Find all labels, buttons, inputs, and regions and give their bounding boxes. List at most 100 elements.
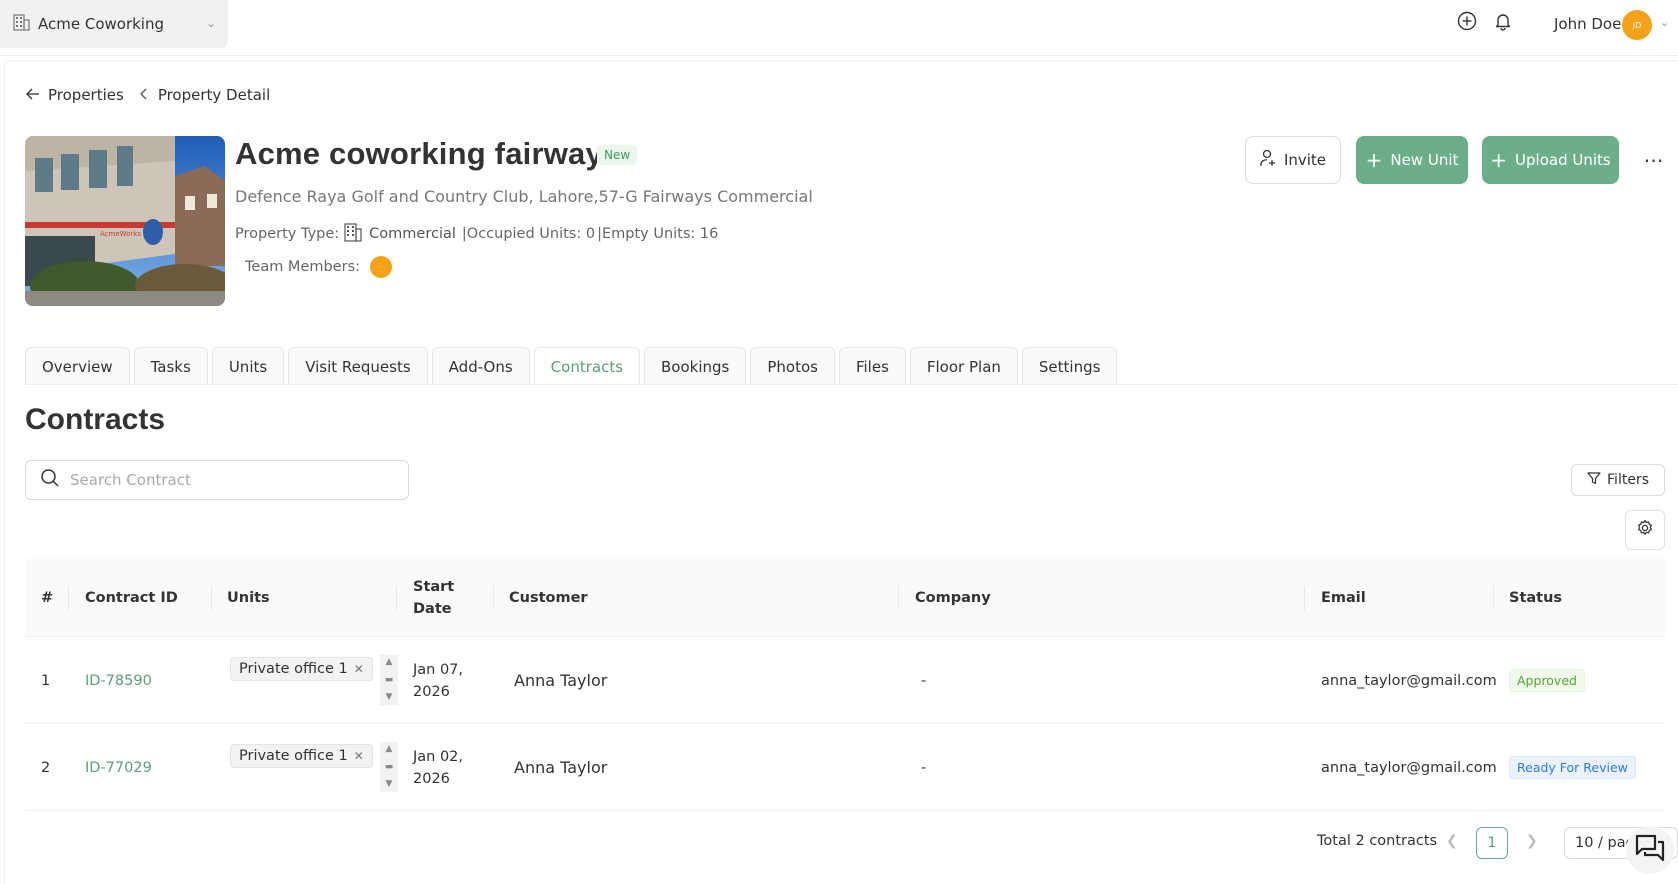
tab-tasks[interactable]: Tasks: [133, 347, 208, 385]
start-date-line2: 2026: [413, 771, 450, 787]
column-header-company[interactable]: Company: [899, 559, 991, 637]
empty-units: |Empty Units: 16: [597, 226, 719, 242]
unit-tag-label: Private office 1: [239, 748, 348, 764]
avatar[interactable]: ·: [370, 256, 393, 278]
tab-floor-plan[interactable]: Floor Plan: [909, 347, 1018, 385]
row-number: 1: [41, 672, 51, 689]
user-name[interactable]: John Doe: [1554, 15, 1621, 33]
org-name: Acme Coworking: [38, 15, 164, 33]
page-title: Contracts: [25, 403, 166, 436]
breadcrumb-back-properties[interactable]: Properties: [26, 86, 124, 104]
column-header-status[interactable]: Status: [1493, 559, 1562, 637]
table-row[interactable]: 1 ID-78590 Private office 1 ✕ ▲ ▬ ▼ Jan …: [25, 637, 1665, 724]
company-name: -: [921, 672, 927, 689]
unit-scroll-handle[interactable]: ▲ ▬ ▼: [380, 655, 398, 705]
tab-settings[interactable]: Settings: [1021, 347, 1118, 385]
tab-add-ons[interactable]: Add-Ons: [431, 347, 530, 385]
upload-units-label: Upload Units: [1515, 151, 1611, 169]
team-members: Team Members: ·: [245, 256, 393, 278]
drag-handle-icon: ▬: [384, 761, 394, 772]
chevron-down-icon[interactable]: ⌄: [1660, 16, 1669, 29]
start-date: Jan 02, 2026: [413, 746, 463, 790]
column-header-customer[interactable]: Customer: [493, 559, 588, 637]
close-icon[interactable]: ✕: [354, 662, 364, 676]
tab-photos[interactable]: Photos: [750, 347, 835, 385]
start-date-line1: Jan 02,: [413, 749, 464, 765]
chat-icon: [1635, 834, 1665, 866]
unit-tag: Private office 1 ✕: [230, 657, 373, 681]
status-badge: Ready For Review: [1509, 756, 1636, 779]
tab-bar: Overview Tasks Units Visit Requests Add-…: [25, 347, 1118, 385]
breadcrumb: Properties Property Detail: [26, 86, 270, 104]
column-header-units[interactable]: Units: [211, 559, 270, 637]
tab-visit-requests[interactable]: Visit Requests: [288, 347, 428, 385]
chevron-down-icon: ⌄: [205, 16, 216, 30]
upload-units-button[interactable]: + Upload Units: [1482, 136, 1619, 184]
email: anna_taylor@gmail.com: [1321, 672, 1497, 689]
tab-files[interactable]: Files: [838, 347, 906, 385]
property-meta: Property Type: Commercial |Occupied Unit…: [235, 222, 718, 246]
search-box[interactable]: [25, 460, 409, 500]
new-unit-button[interactable]: + New Unit: [1356, 136, 1468, 184]
arrow-left-icon: [26, 86, 40, 104]
property-type-label: Property Type:: [235, 226, 340, 242]
svg-text:AcmeWorks: AcmeWorks: [100, 230, 141, 238]
filters-button[interactable]: Filters: [1571, 464, 1665, 496]
drag-handle-icon: ▬: [384, 674, 394, 685]
pagination-total: Total 2 contracts: [1317, 833, 1438, 849]
building-icon: [12, 13, 30, 35]
close-icon[interactable]: ✕: [354, 749, 364, 763]
tab-overview[interactable]: Overview: [25, 347, 130, 385]
caret-down-icon[interactable]: ▼: [386, 780, 393, 789]
column-header-contract-id[interactable]: Contract ID: [69, 559, 178, 637]
status-badge: New: [597, 145, 638, 165]
search-icon: [40, 468, 60, 492]
start-date: Jan 07, 2026: [413, 659, 463, 703]
breadcrumb-current: Property Detail: [157, 86, 271, 104]
tab-bookings[interactable]: Bookings: [644, 347, 747, 385]
filter-icon: [1587, 471, 1601, 489]
property-title: Acme coworking fairways: [235, 136, 621, 171]
row-number: 2: [41, 759, 51, 776]
status-badge: Approved: [1509, 669, 1585, 692]
avatar[interactable]: JD: [1622, 10, 1652, 40]
start-date-line2: 2026: [413, 684, 450, 700]
search-input[interactable]: [70, 471, 390, 489]
caret-up-icon[interactable]: ▲: [386, 658, 393, 667]
unit-scroll-handle[interactable]: ▲ ▬ ▼: [380, 742, 398, 792]
chevron-left-icon[interactable]: ❮: [1446, 833, 1458, 849]
contract-id-link[interactable]: ID-77029: [85, 724, 152, 811]
column-header-number: #: [41, 590, 54, 606]
email: anna_taylor@gmail.com: [1321, 759, 1497, 776]
column-header-start-date[interactable]: Start Date: [397, 559, 477, 637]
plus-icon: +: [1365, 148, 1383, 172]
tabs-divider: [25, 384, 1678, 385]
column-header-email[interactable]: Email: [1305, 559, 1366, 637]
plus-icon: +: [1490, 148, 1508, 172]
pagination-page-1[interactable]: 1: [1476, 827, 1508, 859]
user-add-icon: [1260, 149, 1276, 171]
more-options-icon[interactable]: ⋯: [1640, 148, 1668, 172]
add-circle-icon[interactable]: [1456, 10, 1478, 32]
org-switcher[interactable]: Acme Coworking ⌄: [0, 0, 228, 48]
chevron-right-icon[interactable]: ❯: [1526, 833, 1538, 849]
property-photo: AcmeWorks: [25, 136, 225, 306]
tab-units[interactable]: Units: [211, 347, 285, 385]
gear-icon: [1636, 519, 1654, 541]
chevron-left-icon: [139, 86, 148, 104]
bell-icon[interactable]: [1492, 10, 1514, 32]
tab-contracts[interactable]: Contracts: [533, 347, 641, 385]
table-header: # Contract ID Units Start Date Customer …: [25, 559, 1665, 637]
column-settings-button[interactable]: [1625, 510, 1665, 550]
caret-down-icon[interactable]: ▼: [386, 693, 393, 702]
table-row[interactable]: 2 ID-77029 Private office 1 ✕ ▲ ▬ ▼ Jan …: [25, 724, 1665, 811]
contracts-table: # Contract ID Units Start Date Customer …: [25, 559, 1665, 811]
chat-button[interactable]: [1626, 826, 1674, 874]
unit-tag-label: Private office 1: [239, 661, 348, 677]
property-type-value: Commercial: [369, 226, 456, 242]
caret-up-icon[interactable]: ▲: [386, 745, 393, 754]
contract-id-link[interactable]: ID-78590: [85, 637, 152, 724]
property-address: Defence Raya Golf and Country Club, Laho…: [235, 187, 813, 206]
filters-label: Filters: [1607, 472, 1649, 488]
invite-button[interactable]: Invite: [1245, 136, 1341, 184]
